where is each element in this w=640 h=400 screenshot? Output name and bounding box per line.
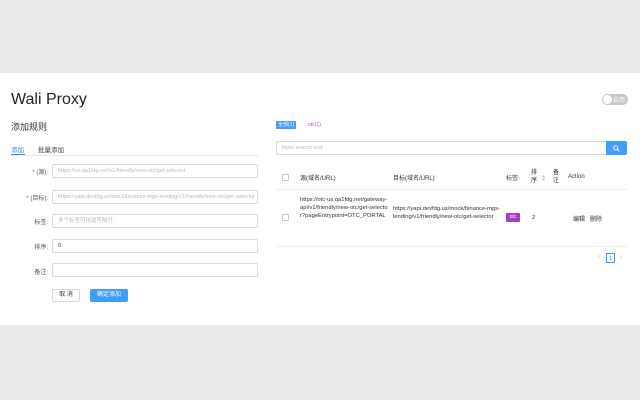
sort-caret-icon[interactable] <box>542 175 545 181</box>
col-target: 目标(域名/URL) <box>393 175 435 182</box>
search-icon <box>613 144 620 152</box>
tab-divider <box>11 155 258 156</box>
search-input[interactable]: input search text <box>276 141 606 155</box>
col-sort[interactable]: 排序 <box>531 166 538 188</box>
tags-label: 标签: <box>34 220 48 226</box>
filter-all[interactable]: 全部(1) <box>276 121 297 129</box>
row-target: https://yapi.devfdg.us/mock/binance-mgs-… <box>393 206 500 220</box>
next-page-button[interactable]: › <box>620 254 622 260</box>
col-tag: 标签 <box>506 175 519 182</box>
note-input[interactable] <box>52 263 258 277</box>
cancel-button[interactable]: 取 消 <box>52 289 80 302</box>
col-note: 备注 <box>553 170 560 184</box>
target-input[interactable]: https://yapi.devfdg.us/mock/binance-mgs-… <box>52 190 258 204</box>
tab-active-indicator <box>11 154 25 155</box>
section-title: 添加规则 <box>11 122 48 132</box>
select-all-checkbox[interactable] <box>282 174 289 181</box>
source-input[interactable]: https://us.qa1fdg.net/v1/friendly/new-ot… <box>52 164 258 178</box>
col-action: Action <box>568 174 585 180</box>
toggle-knob <box>603 95 612 104</box>
note-label: 备注: <box>34 270 48 276</box>
table-header-divider <box>276 189 627 190</box>
prev-page-button[interactable]: ‹ <box>598 254 600 260</box>
row-tag-badge: otc <box>506 213 520 222</box>
edit-link[interactable]: 编辑 <box>573 214 585 223</box>
filter-otc[interactable]: otc(1) <box>306 121 323 129</box>
tab-batch-add[interactable]: 批量添加 <box>38 144 64 154</box>
row-sort: 2 <box>532 215 536 221</box>
submit-button[interactable]: 确定添加 <box>90 289 128 302</box>
col-source: 源(域名/URL) <box>300 175 336 182</box>
tags-input[interactable]: 多个标签可用逗号隔开 <box>52 214 258 228</box>
target-label: * (目标): <box>26 196 48 202</box>
delete-link[interactable]: 删除 <box>590 214 602 223</box>
row-source: https://otc-us.qa1fdg.net/gateway-api/v1… <box>300 197 388 219</box>
table-row-divider <box>276 246 627 247</box>
row-checkbox[interactable] <box>282 214 289 221</box>
sort-label: 排序: <box>34 245 48 251</box>
toggle-label: 启用 <box>612 98 625 104</box>
page-1-button[interactable]: 1 <box>606 253 615 263</box>
sort-input[interactable]: 0 <box>52 239 258 253</box>
enable-toggle[interactable]: 启用 <box>602 94 628 105</box>
source-label: * (源): <box>32 170 48 176</box>
app-title: Wali Proxy <box>11 91 87 108</box>
search-button[interactable] <box>606 141 627 155</box>
tab-add[interactable]: 添加 <box>11 144 24 154</box>
